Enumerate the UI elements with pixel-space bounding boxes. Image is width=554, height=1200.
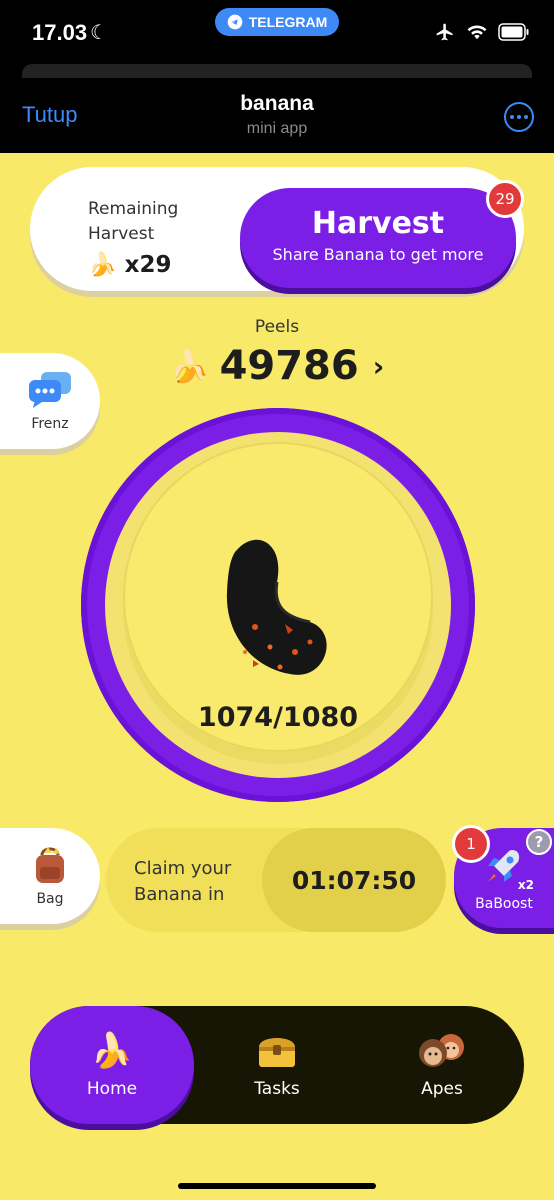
bag-label: Bag	[36, 891, 64, 907]
nav-apes-label: Apes	[421, 1079, 463, 1099]
remaining-harvest-label: Remaining Harvest	[88, 197, 178, 247]
telegram-pill[interactable]: TELEGRAM	[215, 8, 339, 36]
sheet-handle-bar	[22, 64, 532, 78]
harvest-button[interactable]: Harvest Share Banana to get more	[240, 188, 516, 288]
banana-icon: 🍌	[90, 1031, 134, 1071]
banana-peel-icon: 🍌	[169, 347, 210, 385]
claim-line1: Claim your	[134, 858, 232, 879]
peels-value: 49786	[219, 343, 359, 389]
monkeys-icon	[419, 1034, 464, 1067]
home-indicator[interactable]	[178, 1183, 376, 1189]
bottom-nav: 🍌 Home Tasks Apes	[30, 1006, 524, 1124]
remaining-harvest-count: 🍌 x29	[88, 251, 172, 278]
help-icon[interactable]: ?	[526, 829, 552, 855]
harvest-count-badge: 29	[486, 180, 524, 218]
battery-icon	[498, 23, 529, 41]
wifi-icon	[467, 25, 487, 40]
frenz-button[interactable]: Frenz	[0, 353, 100, 449]
harvest-button-title: Harvest	[311, 206, 445, 241]
nav-apes[interactable]: Apes	[360, 1006, 524, 1124]
baboost-label: BaBoost	[475, 896, 533, 912]
nav-tasks[interactable]: Tasks	[195, 1006, 359, 1124]
claim-line2: Banana in	[134, 884, 225, 905]
page-title: banana	[240, 92, 314, 115]
boost-multiplier: x2	[517, 878, 534, 892]
baboost-badge: 1	[452, 825, 490, 863]
rocket-icon-wrap: x2	[482, 844, 534, 892]
airplane-icon	[436, 23, 453, 41]
treasure-chest-icon	[259, 1038, 295, 1067]
nav-tasks-label: Tasks	[254, 1079, 300, 1099]
remaining-count-value: x29	[124, 252, 172, 278]
claim-label: Claim your Banana in	[134, 856, 231, 908]
remaining-label-line2: Harvest	[88, 224, 155, 244]
energy-counter: 1074/1080	[197, 702, 359, 733]
nav-home-label: Home	[86, 1079, 138, 1099]
telegram-label: TELEGRAM	[248, 14, 328, 30]
remaining-label-line1: Remaining	[88, 199, 179, 219]
status-time: 17.03	[32, 20, 88, 45]
ring-inner: 1074/1080	[105, 432, 451, 778]
status-bar: 17.03 ☾ TELEGRAM	[0, 0, 554, 64]
moon-icon: ☾	[90, 20, 108, 44]
backpack-icon	[36, 847, 64, 883]
banana-icon: 🍌	[88, 252, 117, 278]
tap-ring: 1074/1080	[81, 408, 475, 802]
harvest-button-subtitle: Share Banana to get more	[272, 245, 484, 264]
dot	[524, 115, 528, 119]
page-subtitle: mini app	[246, 120, 308, 137]
chat-bubbles-icon	[29, 372, 71, 408]
dot	[510, 115, 514, 119]
black-banana-icon	[226, 539, 327, 675]
more-options-button[interactable]	[504, 102, 534, 132]
chevron-right-icon: ›	[372, 349, 385, 383]
app-area: Remaining Harvest 🍌 x29 Harvest Share Ba…	[0, 153, 554, 1200]
peels-label: Peels	[254, 317, 300, 337]
claim-timer-pill: Claim your Banana in 01:07:50	[106, 828, 446, 932]
claim-timer: 01:07:50	[262, 828, 446, 932]
status-icons	[434, 22, 530, 42]
telegram-icon	[227, 14, 243, 30]
dot	[517, 115, 521, 119]
bag-button[interactable]: Bag	[0, 828, 100, 924]
miniapp-header: Tutup banana mini app	[0, 78, 554, 153]
frenz-label: Frenz	[31, 416, 69, 432]
nav-home[interactable]: 🍌 Home	[30, 1006, 194, 1124]
